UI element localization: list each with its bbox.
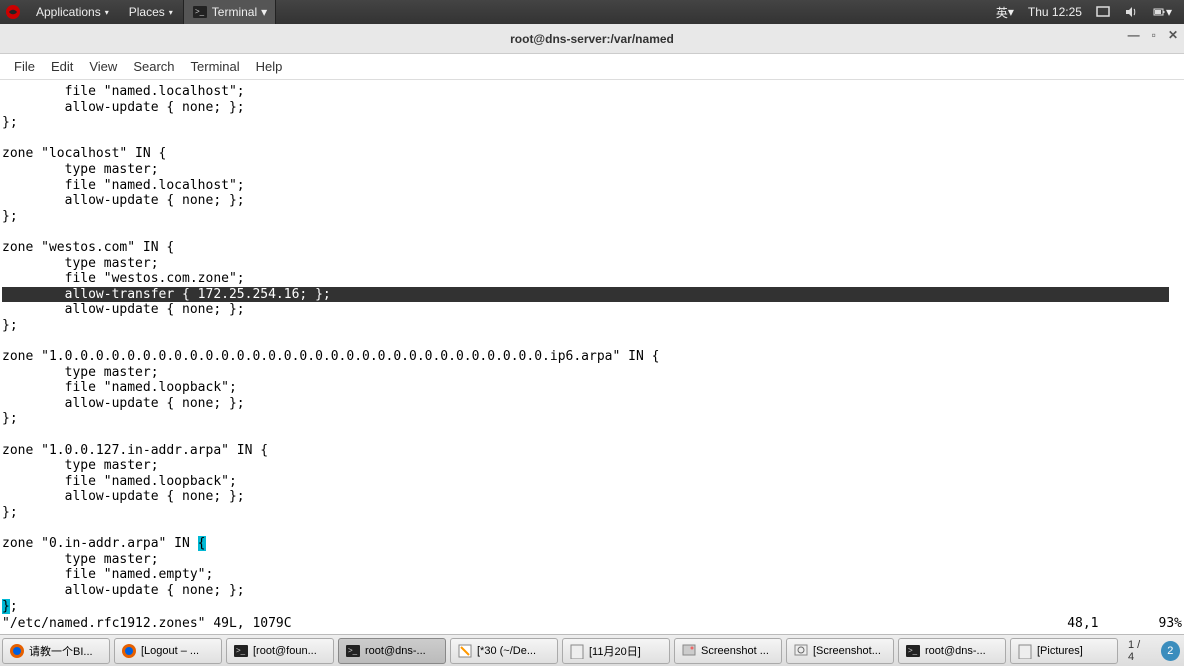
menu-file[interactable]: File xyxy=(6,59,43,74)
tray-notification-icon[interactable]: 2 xyxy=(1161,641,1180,661)
clock[interactable]: Thu 12:25 xyxy=(1024,5,1086,19)
editor-text: file "named.localhost"; allow-update { n… xyxy=(2,84,245,286)
taskbar-item-label: root@dns-... xyxy=(925,645,986,657)
taskbar-item-9[interactable]: [Pictures] xyxy=(1010,638,1118,664)
cursor: { xyxy=(198,536,206,551)
taskbar-item-icon: >_ xyxy=(233,643,249,659)
taskbar-item-label: [Logout – ... xyxy=(141,645,199,657)
taskbar-item-icon xyxy=(681,643,697,659)
battery-icon[interactable]: ▾ xyxy=(1148,5,1176,19)
svg-text:>_: >_ xyxy=(908,646,918,655)
taskbar-item-label: 请教一个BI... xyxy=(29,643,93,659)
taskbar-item-label: [Screenshot... xyxy=(813,645,881,657)
taskbar-item-3[interactable]: >_ root@dns-... xyxy=(338,638,446,664)
taskbar-item-0[interactable]: 请教一个BI... xyxy=(2,638,110,664)
taskbar-item-label: [Pictures] xyxy=(1037,645,1083,657)
maximize-button[interactable]: ▫ xyxy=(1152,28,1156,42)
distro-logo-icon xyxy=(4,3,22,21)
taskbar-item-icon xyxy=(9,643,25,659)
menu-search[interactable]: Search xyxy=(125,59,182,74)
svg-text:>_: >_ xyxy=(236,646,246,655)
terminal-content[interactable]: file "named.localhost"; allow-update { n… xyxy=(0,80,1184,634)
taskbar-item-icon xyxy=(457,643,473,659)
highlighted-line: allow-transfer { 172.25.254.16; }; xyxy=(2,287,1169,303)
taskbar-item-8[interactable]: >_ root@dns-... xyxy=(898,638,1006,664)
editor-text: ; xyxy=(10,599,18,614)
taskbar-item-7[interactable]: [Screenshot... xyxy=(786,638,894,664)
taskbar-item-label: [*30 (~/De... xyxy=(477,645,536,657)
terminal-launcher[interactable]: >_ Terminal▾ xyxy=(183,0,276,24)
taskbar-item-4[interactable]: [*30 (~/De... xyxy=(450,638,558,664)
taskbar-item-6[interactable]: Screenshot ... xyxy=(674,638,782,664)
svg-text:>_: >_ xyxy=(348,646,358,655)
applications-menu[interactable]: Applications▾ xyxy=(26,0,119,24)
svg-text:>_: >_ xyxy=(195,7,205,16)
ime-indicator[interactable]: 英 ▾ xyxy=(992,4,1018,21)
taskbar-item-label: [root@foun... xyxy=(253,645,317,657)
volume-icon[interactable] xyxy=(1120,5,1142,19)
window-titlebar: root@dns-server:/var/named — ▫ ✕ xyxy=(0,24,1184,54)
taskbar-item-1[interactable]: [Logout – ... xyxy=(114,638,222,664)
taskbar-item-label: [11月20日] xyxy=(589,643,641,659)
workspace-indicator[interactable]: 1 / 4 xyxy=(1120,639,1157,663)
taskbar-item-icon xyxy=(793,643,809,659)
gnome-top-panel: Applications▾ Places▾ >_ Terminal▾ 英 ▾ T… xyxy=(0,0,1184,24)
taskbar-item-label: Screenshot ... xyxy=(701,645,769,657)
taskbar-item-icon: >_ xyxy=(345,643,361,659)
editor-text: type master; file "named.empty"; allow-u… xyxy=(2,552,245,598)
minimize-button[interactable]: — xyxy=(1128,28,1140,42)
taskbar-item-icon: >_ xyxy=(905,643,921,659)
menu-help[interactable]: Help xyxy=(248,59,291,74)
taskbar-item-label: root@dns-... xyxy=(365,645,426,657)
taskbar-item-5[interactable]: [11月20日] xyxy=(562,638,670,664)
menu-view[interactable]: View xyxy=(81,59,125,74)
gnome-taskbar: 请教一个BI... [Logout – ... >_ [root@foun... >_ r… xyxy=(0,634,1184,666)
taskbar-item-2[interactable]: >_ [root@foun... xyxy=(226,638,334,664)
screen-icon[interactable] xyxy=(1092,5,1114,19)
taskbar-item-icon xyxy=(569,643,585,659)
terminal-menubar: File Edit View Search Terminal Help xyxy=(0,54,1184,80)
places-menu[interactable]: Places▾ xyxy=(119,0,183,24)
bracket-match: } xyxy=(2,599,10,614)
menu-edit[interactable]: Edit xyxy=(43,59,81,74)
menu-terminal[interactable]: Terminal xyxy=(183,59,248,74)
terminal-icon: >_ xyxy=(192,4,208,20)
window-title: root@dns-server:/var/named xyxy=(510,32,674,46)
close-button[interactable]: ✕ xyxy=(1168,28,1178,42)
taskbar-item-icon xyxy=(1017,643,1033,659)
vim-status-line: "/etc/named.rfc1912.zones" 49L, 1079C48,… xyxy=(2,616,1182,632)
editor-text: allow-update { none; }; }; zone "1.0.0.0… xyxy=(2,302,659,551)
taskbar-item-icon xyxy=(121,643,137,659)
